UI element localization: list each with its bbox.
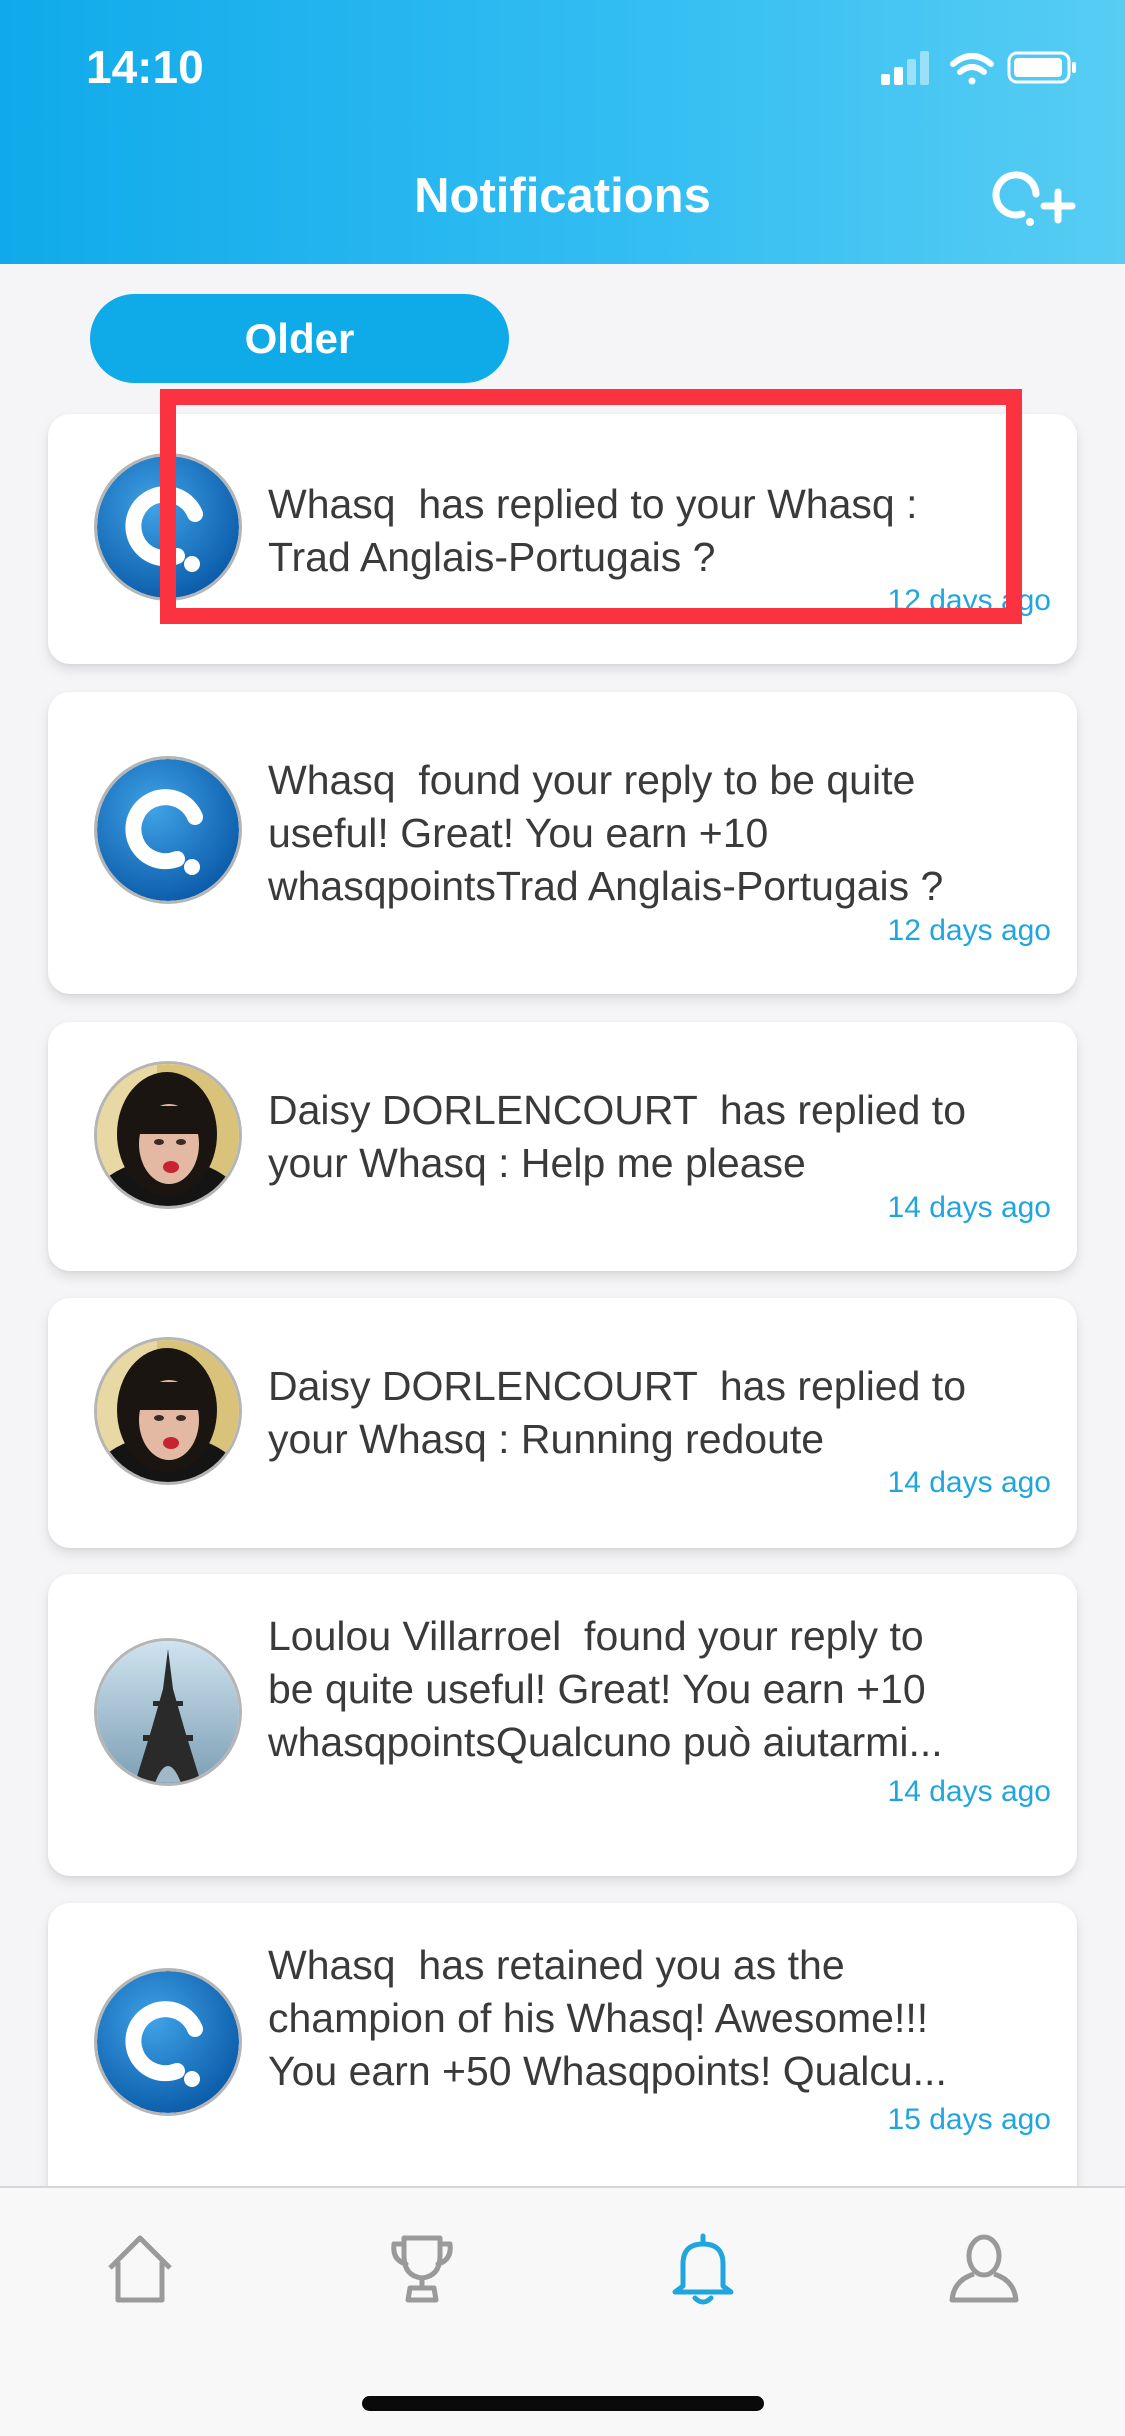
tab-home[interactable]	[100, 2228, 180, 2308]
notification-message: Daisy DORLENCOURT has replied to your Wh…	[268, 1087, 967, 1186]
notification-time: 12 days ago	[887, 914, 1051, 947]
user-photo-avatar	[94, 1337, 242, 1485]
page-title: Notifications	[414, 169, 711, 223]
tab-profile[interactable]	[944, 2228, 1024, 2308]
notification-card[interactable]: Daisy DORLENCOURT has replied to your Wh…	[48, 1022, 1077, 1271]
notification-message: Loulou Villarroel found your reply to be…	[268, 1613, 943, 1765]
search-plus-icon	[992, 171, 1076, 226]
bell-icon	[672, 2233, 734, 2305]
notification-time: 14 days ago	[887, 1775, 1051, 1808]
notification-message: Daisy DORLENCOURT has replied to your Wh…	[268, 1363, 967, 1462]
user-icon	[949, 2234, 1019, 2303]
trophy-icon	[391, 2235, 453, 2303]
notification-card[interactable]: Whasq has retained you as the champion o…	[48, 1903, 1077, 2223]
highlight-annotation-box	[160, 389, 1022, 624]
whasq-logo-avatar	[94, 1968, 242, 2116]
notification-card[interactable]: Daisy DORLENCOURT has replied to your Wh…	[48, 1298, 1077, 1548]
notification-card[interactable]: Loulou Villarroel found your reply to be…	[48, 1574, 1077, 1876]
battery-icon	[1007, 51, 1076, 84]
tab-notifications[interactable]	[663, 2228, 743, 2308]
notification-card[interactable]: Whasq found your reply to be quite usefu…	[48, 692, 1077, 994]
notification-time: 15 days ago	[887, 2103, 1051, 2136]
status-icons	[881, 51, 1076, 85]
tab-trophy[interactable]	[382, 2228, 462, 2308]
older-filter-button[interactable]: Older	[90, 294, 509, 383]
user-photo-avatar	[94, 1061, 242, 1209]
home-indicator	[362, 2396, 764, 2411]
notification-time: 14 days ago	[887, 1466, 1051, 1499]
notification-message: Whasq found your reply to be quite usefu…	[268, 757, 944, 909]
wifi-icon	[950, 53, 994, 85]
notification-message: Whasq has retained you as the champion o…	[268, 1942, 947, 2094]
home-icon	[108, 2235, 172, 2303]
notifications-screen: 14:10 Notifications Older Whasq has repl…	[0, 0, 1125, 2436]
new-whasq-button[interactable]	[992, 164, 1080, 240]
header-bar: 14:10 Notifications	[0, 0, 1125, 264]
notification-time: 14 days ago	[887, 1191, 1051, 1224]
whasq-logo-avatar	[94, 756, 242, 904]
signal-icon	[881, 51, 929, 85]
status-time: 14:10	[86, 41, 204, 93]
user-photo-avatar	[94, 1638, 242, 1786]
